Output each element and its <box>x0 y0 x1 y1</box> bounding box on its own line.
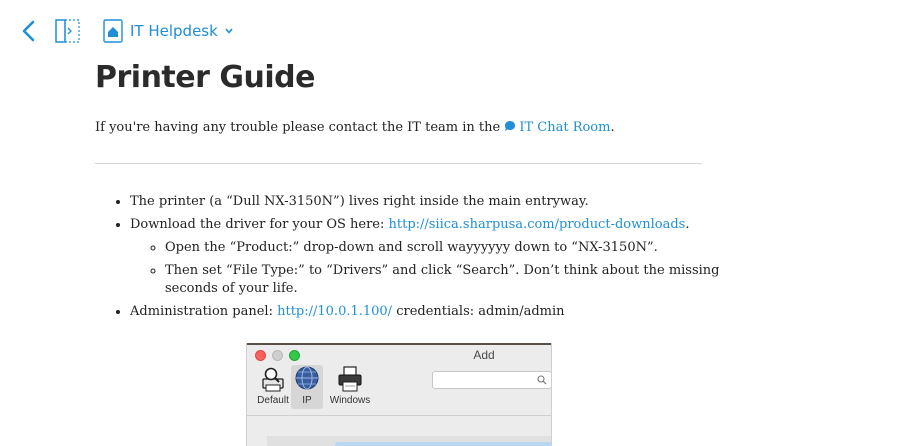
ip-tool: IP <box>291 365 323 409</box>
chat-room-link-label: IT Chat Room <box>519 120 611 135</box>
screenshot-search-field <box>432 371 551 389</box>
product-step-text: Open the “Product:” drop-down and scroll… <box>165 240 658 255</box>
sidebar-toggle-button[interactable] <box>55 19 81 43</box>
sidebar-toggle-icon <box>55 19 80 43</box>
default-tool-label: Default <box>257 395 289 406</box>
list-item: Download the driver for your OS here: ht… <box>130 216 740 298</box>
sub-steps-list: Open the “Product:” drop-down and scroll… <box>130 239 740 298</box>
home-icon <box>103 19 123 43</box>
admin-panel-link[interactable]: http://10.0.1.100/ <box>277 304 392 319</box>
list-item: The printer (a “Dull NX-3150N”) lives ri… <box>130 193 740 211</box>
ip-tool-label: IP <box>302 395 312 406</box>
embedded-screenshot: Add Default IP Windows <box>246 343 552 446</box>
screenshot-divider <box>247 415 551 416</box>
intro-suffix: . <box>610 120 615 135</box>
list-item: Then set “File Type:” to “Drivers” and c… <box>165 262 740 298</box>
printer-location-text: The printer (a “Dull NX-3150N”) lives ri… <box>130 194 589 209</box>
screenshot-selected-row <box>335 442 551 446</box>
download-suffix: . <box>685 217 690 232</box>
intro-paragraph: If you're having any trouble please cont… <box>95 120 615 135</box>
chat-bubble-icon <box>505 121 516 131</box>
windows-tool: Windows <box>327 365 373 409</box>
intro-text: If you're having any trouble please cont… <box>95 120 505 135</box>
list-item: Open the “Product:” drop-down and scroll… <box>165 239 740 257</box>
steps-list: The printer (a “Dull NX-3150N”) lives ri… <box>95 193 740 326</box>
space-name: IT Helpdesk <box>130 22 218 40</box>
divider <box>95 163 702 164</box>
chevron-down-icon <box>225 28 233 34</box>
download-text: Download the driver for your OS here: <box>130 217 389 232</box>
back-button[interactable] <box>20 19 38 43</box>
filetype-step-text: Then set “File Type:” to “Drivers” and c… <box>165 263 720 296</box>
list-item: Administration panel: http://10.0.1.100/… <box>130 303 740 321</box>
page-title: Printer Guide <box>95 60 315 95</box>
default-tool: Default <box>253 365 293 409</box>
driver-download-link[interactable]: http://siica.sharpusa.com/product-downlo… <box>389 217 686 232</box>
space-selector[interactable]: IT Helpdesk <box>102 18 234 44</box>
screenshot-top-strip <box>247 343 551 345</box>
admin-text: Administration panel: <box>130 304 278 319</box>
chat-room-link[interactable]: IT Chat Room <box>504 120 610 135</box>
chevron-left-icon <box>22 20 35 42</box>
globe-icon <box>295 366 319 390</box>
printer-icon <box>338 366 362 392</box>
windows-tool-label: Windows <box>329 395 371 406</box>
printer-search-icon <box>262 367 284 392</box>
search-icon <box>537 375 547 385</box>
window-title: Add <box>473 348 495 362</box>
admin-credentials-text: credentials: admin/admin <box>392 304 565 319</box>
top-bar: IT Helpdesk <box>0 0 916 62</box>
